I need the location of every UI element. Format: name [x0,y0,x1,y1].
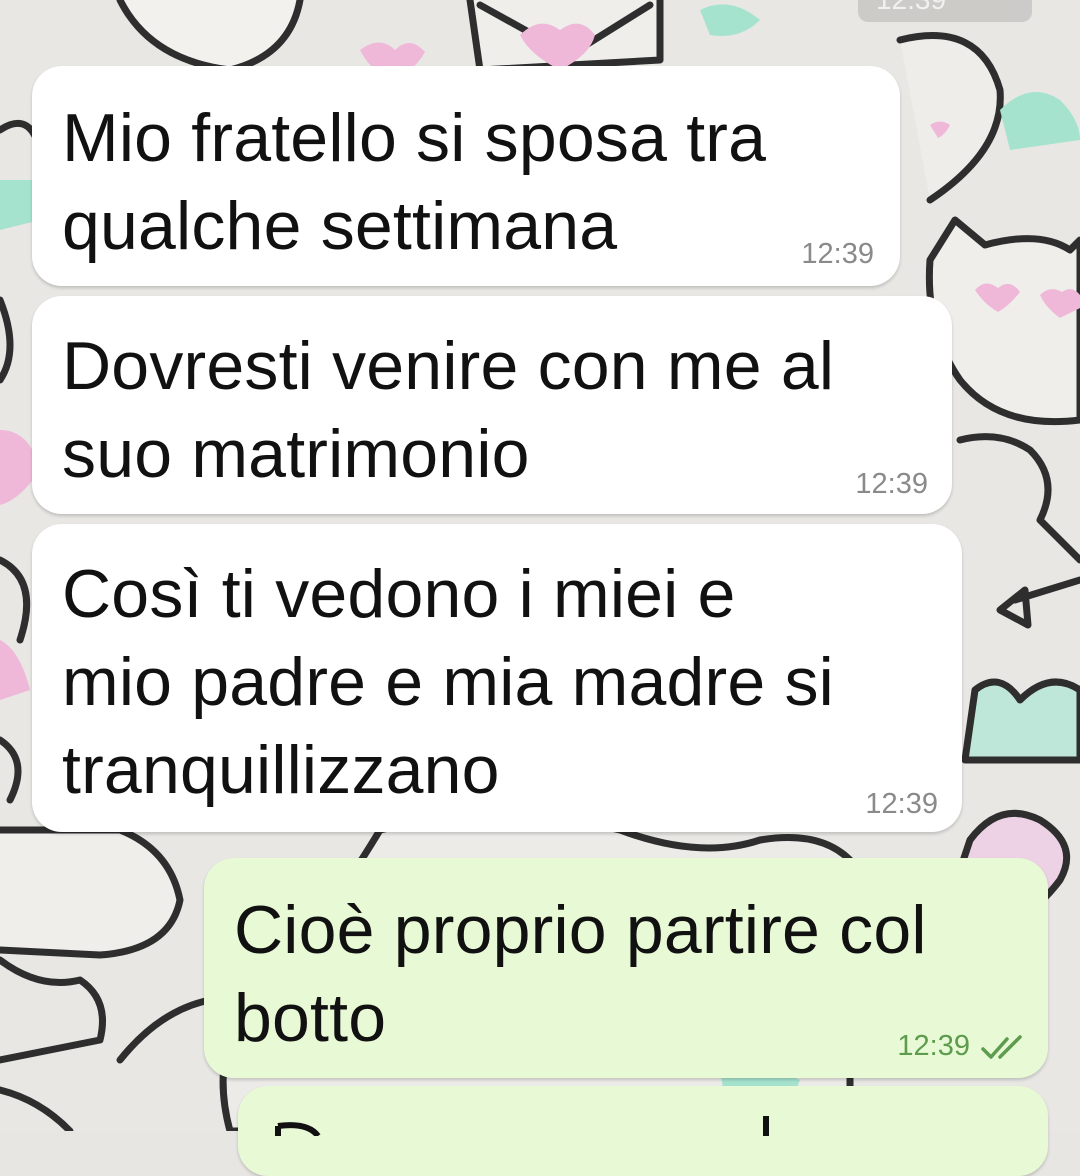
message-bubble-outgoing[interactable]: Cioè proprio partire col botto 12:39 [204,858,1048,1078]
message-text: Cioè proprio partire col botto [234,892,927,1056]
double-check-icon [981,1035,1022,1059]
timestamp-pill: 12:39 [858,0,1032,22]
message-bubble-incoming[interactable]: Mio fratello si sposa tra qualche settim… [32,66,900,286]
partial-text-glyphs [275,1116,769,1136]
message-time: 12:39 [865,788,938,820]
message-text: Dovresti venire con me al suo matrimonio [62,328,835,492]
message-bubble-outgoing-partial[interactable] [238,1086,1048,1176]
message-text: Così ti vedono i miei e mio padre e mia … [62,556,834,808]
message-time: 12:39 [801,238,874,270]
top-time-label: 12:39 [876,0,946,16]
message-bubble-incoming[interactable]: Dovresti venire con me al suo matrimonio… [32,296,952,514]
message-text: Mio fratello si sposa tra qualche settim… [62,100,767,264]
message-bubble-incoming[interactable]: Così ti vedono i miei e mio padre e mia … [32,524,962,832]
message-time: 12:39 [897,1030,970,1062]
message-time: 12:39 [855,468,928,500]
